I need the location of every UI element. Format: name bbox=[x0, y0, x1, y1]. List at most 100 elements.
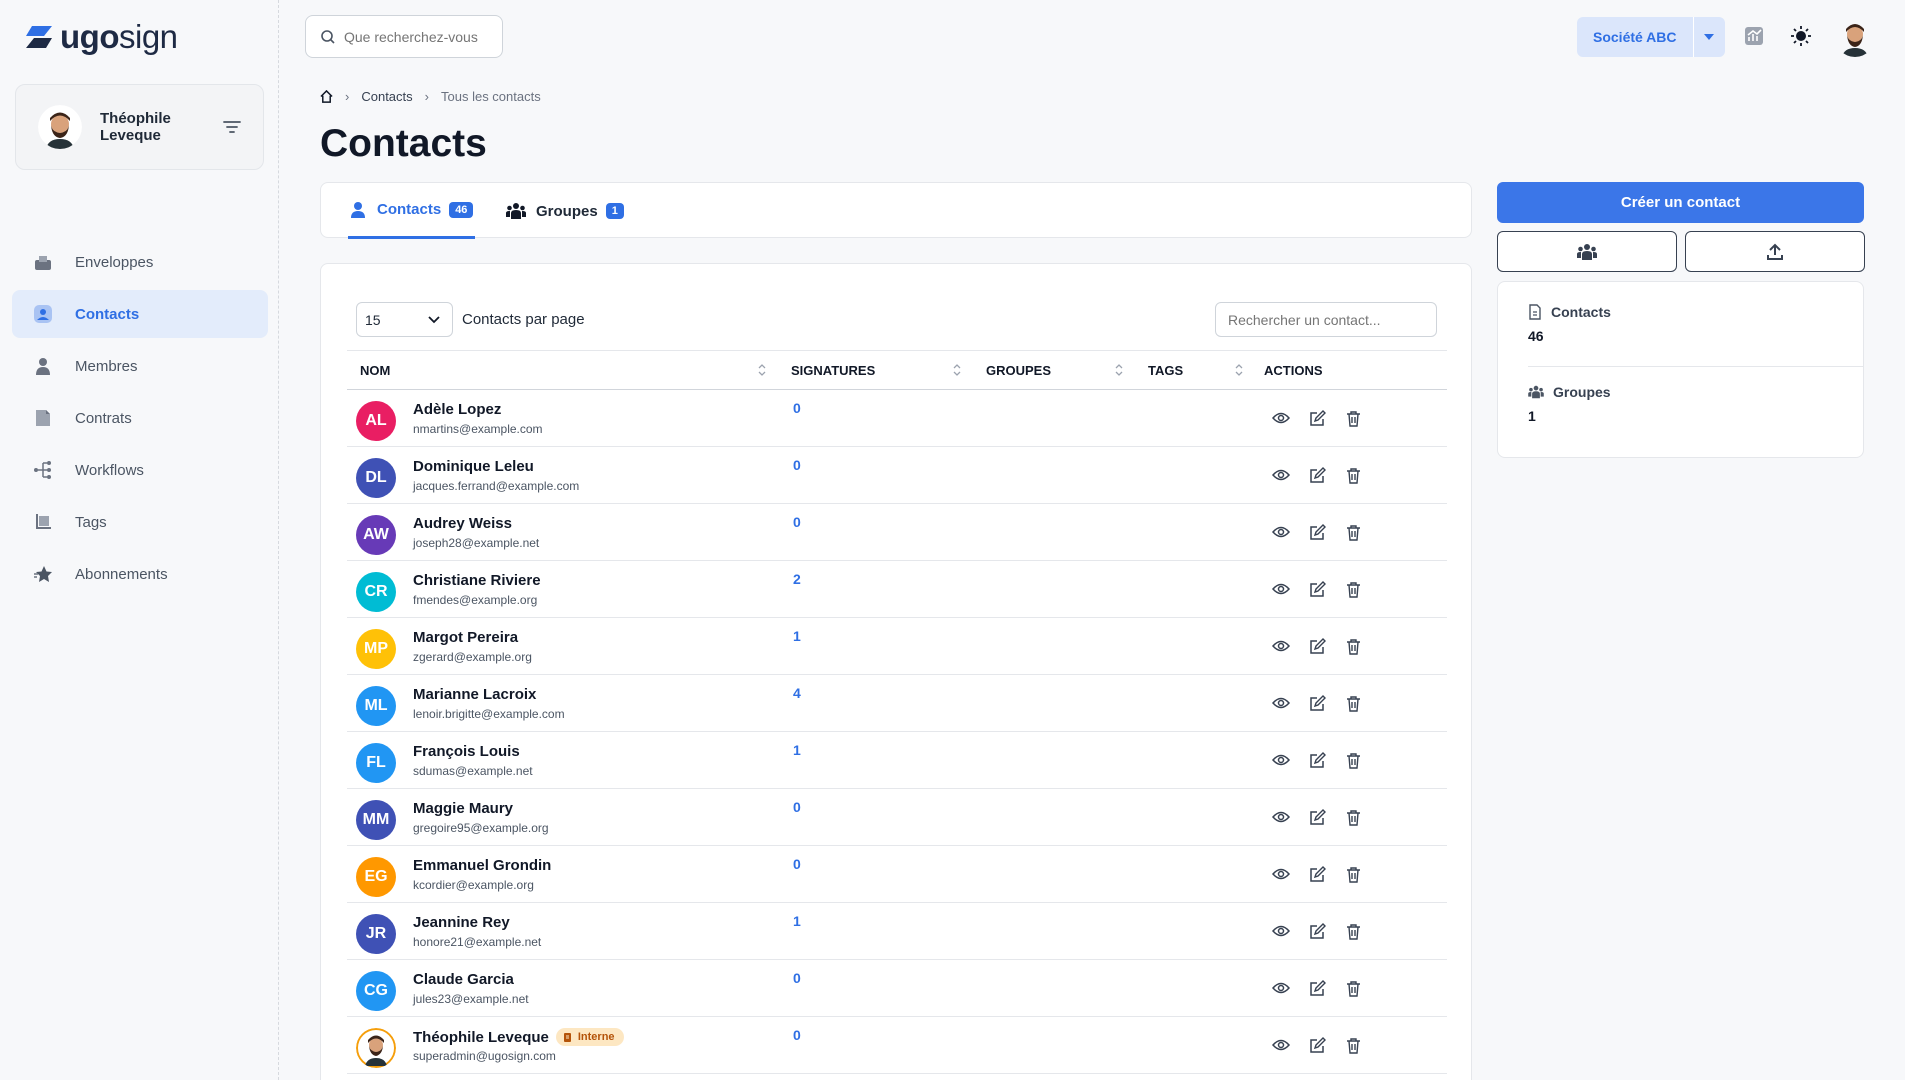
global-search[interactable] bbox=[305, 15, 503, 58]
company-switcher[interactable]: Société ABC bbox=[1577, 17, 1725, 57]
signatures-count[interactable]: 1 bbox=[793, 742, 801, 758]
profile-avatar[interactable] bbox=[1835, 17, 1875, 57]
column-header-groupes[interactable]: GROUPES bbox=[986, 351, 1051, 390]
view-icon[interactable] bbox=[1271, 693, 1291, 713]
sort-icon[interactable] bbox=[1114, 361, 1124, 379]
view-icon[interactable] bbox=[1271, 465, 1291, 485]
breadcrumb-contacts[interactable]: Contacts bbox=[361, 89, 412, 104]
column-header-signatures[interactable]: SIGNATURES bbox=[791, 351, 875, 390]
create-contact-button[interactable]: Créer un contact bbox=[1497, 182, 1864, 223]
home-icon[interactable] bbox=[320, 90, 333, 103]
view-icon[interactable] bbox=[1271, 1035, 1291, 1055]
delete-icon[interactable] bbox=[1343, 693, 1363, 713]
signatures-count[interactable]: 1 bbox=[793, 913, 801, 929]
theme-sun-icon[interactable] bbox=[1789, 24, 1813, 48]
sort-icon[interactable] bbox=[757, 361, 767, 379]
view-icon[interactable] bbox=[1271, 636, 1291, 656]
delete-icon[interactable] bbox=[1343, 522, 1363, 542]
delete-icon[interactable] bbox=[1343, 465, 1363, 485]
app-logo[interactable]: ugosign bbox=[24, 18, 178, 56]
table-row[interactable]: CR Christiane Riviere fmendes@example.or… bbox=[347, 561, 1447, 618]
create-group-button[interactable] bbox=[1497, 231, 1677, 272]
delete-icon[interactable] bbox=[1343, 978, 1363, 998]
edit-icon[interactable] bbox=[1307, 978, 1327, 998]
company-dropdown-button[interactable] bbox=[1692, 17, 1725, 57]
delete-icon[interactable] bbox=[1343, 921, 1363, 941]
view-icon[interactable] bbox=[1271, 579, 1291, 599]
filter-icon[interactable] bbox=[221, 116, 243, 138]
signatures-count[interactable]: 0 bbox=[793, 856, 801, 872]
user-card[interactable]: Théophile Leveque bbox=[15, 84, 264, 170]
edit-icon[interactable] bbox=[1307, 921, 1327, 941]
delete-icon[interactable] bbox=[1343, 1035, 1363, 1055]
edit-icon[interactable] bbox=[1307, 522, 1327, 542]
sort-icon[interactable] bbox=[952, 361, 962, 379]
signatures-count[interactable]: 0 bbox=[793, 400, 801, 416]
tab-contacts[interactable]: Contacts 46 bbox=[348, 183, 476, 239]
sidebar-item-abonnements[interactable]: Abonnements bbox=[12, 550, 268, 598]
signatures-count[interactable]: 1 bbox=[793, 628, 801, 644]
table-row[interactable]: EG Emmanuel Grondin kcordier@example.org… bbox=[347, 846, 1447, 903]
view-icon[interactable] bbox=[1271, 750, 1291, 770]
edit-icon[interactable] bbox=[1307, 807, 1327, 827]
global-search-input[interactable] bbox=[344, 28, 494, 45]
contact-name[interactable]: François Louis bbox=[413, 743, 520, 760]
contact-name[interactable]: Christiane Riviere bbox=[413, 572, 541, 589]
contact-search-input[interactable] bbox=[1215, 302, 1437, 337]
stats-chart-icon[interactable] bbox=[1742, 24, 1766, 48]
view-icon[interactable] bbox=[1271, 921, 1291, 941]
sidebar-item-enveloppes[interactable]: Enveloppes bbox=[12, 238, 268, 286]
contact-name[interactable]: Emmanuel Grondin bbox=[413, 857, 551, 874]
view-icon[interactable] bbox=[1271, 864, 1291, 884]
sidebar-item-membres[interactable]: Membres bbox=[12, 342, 268, 390]
edit-icon[interactable] bbox=[1307, 693, 1327, 713]
contact-name[interactable]: Adèle Lopez bbox=[413, 401, 501, 418]
signatures-count[interactable]: 0 bbox=[793, 799, 801, 815]
view-icon[interactable] bbox=[1271, 978, 1291, 998]
table-row[interactable]: FL François Louis sdumas@example.net 1 bbox=[347, 732, 1447, 789]
contact-name[interactable]: Margot Pereira bbox=[413, 629, 518, 646]
edit-icon[interactable] bbox=[1307, 750, 1327, 770]
delete-icon[interactable] bbox=[1343, 750, 1363, 770]
company-name[interactable]: Société ABC bbox=[1577, 17, 1693, 57]
delete-icon[interactable] bbox=[1343, 408, 1363, 428]
view-icon[interactable] bbox=[1271, 522, 1291, 542]
sidebar-item-workflows[interactable]: Workflows bbox=[12, 446, 268, 494]
contact-name[interactable]: Dominique Leleu bbox=[413, 458, 534, 475]
table-row[interactable]: Théophile Leveque Interne superadmin@ugos… bbox=[347, 1017, 1447, 1074]
edit-icon[interactable] bbox=[1307, 465, 1327, 485]
table-row[interactable]: DL Dominique Leleu jacques.ferrand@examp… bbox=[347, 447, 1447, 504]
signatures-count[interactable]: 2 bbox=[793, 571, 801, 587]
table-row[interactable]: JR Jeannine Rey honore21@example.net 1 bbox=[347, 903, 1447, 960]
delete-icon[interactable] bbox=[1343, 636, 1363, 656]
sidebar-item-tags[interactable]: Tags bbox=[12, 498, 268, 546]
edit-icon[interactable] bbox=[1307, 864, 1327, 884]
contact-name[interactable]: Claude Garcia bbox=[413, 971, 514, 988]
signatures-count[interactable]: 0 bbox=[793, 457, 801, 473]
column-header-tags[interactable]: TAGS bbox=[1148, 351, 1183, 390]
signatures-count[interactable]: 4 bbox=[793, 685, 801, 701]
edit-icon[interactable] bbox=[1307, 408, 1327, 428]
per-page-select[interactable]: 15 bbox=[356, 302, 453, 337]
signatures-count[interactable]: 0 bbox=[793, 970, 801, 986]
table-row[interactable]: AW Audrey Weiss joseph28@example.net 0 bbox=[347, 504, 1447, 561]
edit-icon[interactable] bbox=[1307, 1035, 1327, 1055]
contact-name[interactable]: Marianne Lacroix bbox=[413, 686, 536, 703]
view-icon[interactable] bbox=[1271, 408, 1291, 428]
contact-name[interactable]: Maggie Maury bbox=[413, 800, 513, 817]
column-header-nom[interactable]: NOM bbox=[360, 351, 390, 390]
table-row[interactable]: ML Marianne Lacroix lenoir.brigitte@exam… bbox=[347, 675, 1447, 732]
import-contacts-button[interactable] bbox=[1685, 231, 1865, 272]
table-row[interactable]: CG Claude Garcia jules23@example.net 0 bbox=[347, 960, 1447, 1017]
table-row[interactable]: MP Margot Pereira zgerard@example.org 1 bbox=[347, 618, 1447, 675]
signatures-count[interactable]: 0 bbox=[793, 1027, 801, 1043]
sidebar-item-contrats[interactable]: Contrats bbox=[12, 394, 268, 442]
sidebar-item-contacts[interactable]: Contacts bbox=[12, 290, 268, 338]
contact-name[interactable]: Théophile Leveque Interne bbox=[413, 1028, 624, 1046]
edit-icon[interactable] bbox=[1307, 579, 1327, 599]
delete-icon[interactable] bbox=[1343, 807, 1363, 827]
tab-groupes[interactable]: Groupes 1 bbox=[506, 183, 624, 239]
contact-name[interactable]: Jeannine Rey bbox=[413, 914, 510, 931]
view-icon[interactable] bbox=[1271, 807, 1291, 827]
contact-name[interactable]: Audrey Weiss bbox=[413, 515, 512, 532]
